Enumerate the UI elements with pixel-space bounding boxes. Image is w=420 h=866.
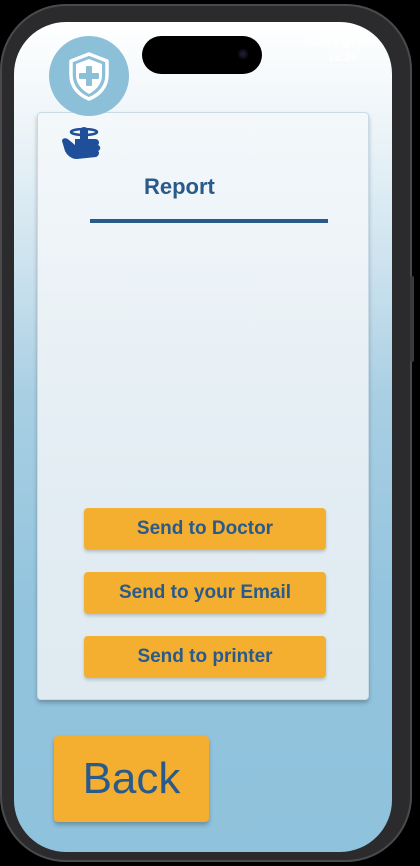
send-to-email-button[interactable]: Send to your Email (84, 572, 326, 614)
report-card: Report Send to Doctor Send to your Email… (37, 112, 369, 700)
phone-frame: Caregiver 16:24 Report Send to Doctor Se… (0, 4, 414, 862)
shield-plus-icon (69, 52, 109, 101)
send-to-doctor-button[interactable]: Send to Doctor (84, 508, 326, 550)
status-bar: Caregiver 16:24 (307, 32, 378, 64)
app-logo (49, 36, 129, 116)
status-app-name: Caregiver (306, 32, 378, 49)
page-title: Report (144, 174, 215, 199)
send-to-printer-button[interactable]: Send to printer (84, 636, 326, 678)
app-screen: Caregiver 16:24 Report Send to Doctor Se… (14, 22, 392, 852)
status-time: 16:24 (328, 52, 357, 64)
camera-icon (238, 49, 248, 59)
dynamic-island (142, 36, 262, 74)
back-button[interactable]: Back (54, 736, 209, 822)
side-button (410, 276, 414, 362)
title-underline (90, 219, 328, 223)
pointing-hand-icon (62, 127, 101, 159)
